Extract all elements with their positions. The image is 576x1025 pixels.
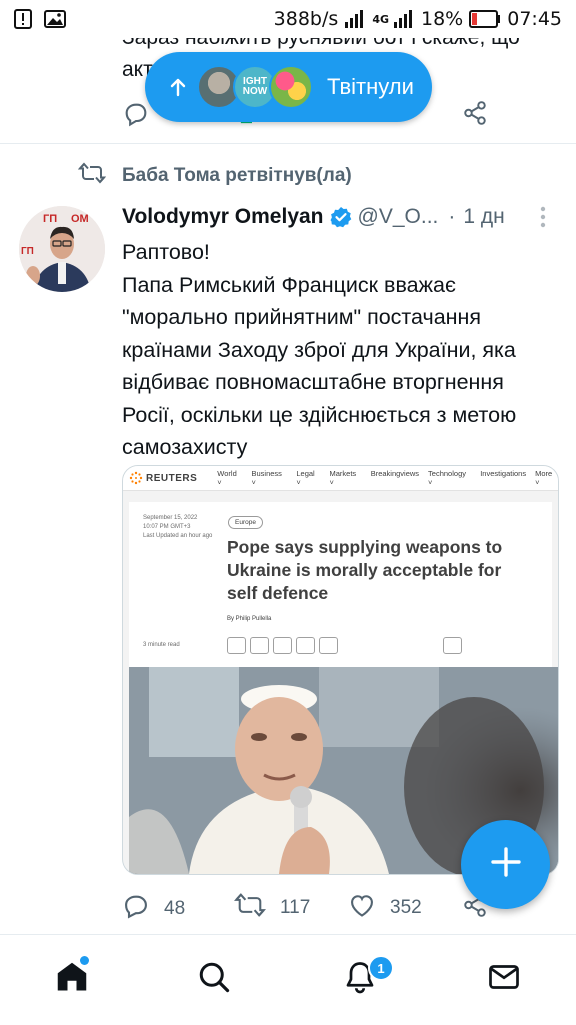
reply-count: 48 — [164, 898, 186, 919]
reply-button[interactable]: 48 — [122, 892, 185, 926]
notifications-badge: 1 — [368, 955, 394, 981]
article-date-line: 10:07 PM GMT+3 — [143, 524, 191, 530]
reuters-nav-item: Legal ˅ — [296, 469, 315, 487]
reuters-logo: REUTERS — [129, 471, 197, 485]
reply-icon[interactable] — [122, 100, 150, 133]
author-name[interactable]: Volodymyr Omelyan — [122, 205, 324, 229]
reuters-logo-text: REUTERS — [146, 472, 198, 484]
reuters-nav-item: Technology ˅ — [428, 469, 466, 487]
verified-badge-icon — [330, 206, 352, 228]
reuters-nav-items: World ˅ Business ˅ Legal ˅ Markets ˅ Bre… — [217, 469, 558, 487]
nav-messages[interactable] — [486, 959, 522, 1000]
new-tweets-label: Твітнули — [327, 74, 414, 99]
compose-tweet-button[interactable] — [461, 820, 550, 909]
retweet-label: Баба Тома ретвітнув(ла) — [122, 165, 352, 186]
facebook-share-icon — [250, 637, 269, 654]
svg-text:ОМ: ОМ — [71, 213, 89, 225]
separator-dot: · — [448, 205, 456, 228]
link-share-icon — [296, 637, 315, 654]
retweet-icon — [77, 162, 107, 190]
linkedin-share-icon — [273, 637, 292, 654]
bottom-nav: 1 — [0, 934, 576, 1025]
reuters-nav-item: Investigations — [480, 469, 527, 478]
network-type: 4G — [372, 12, 389, 26]
like-button[interactable]: 352 — [348, 892, 422, 924]
more-options-icon[interactable] — [540, 206, 546, 234]
clock: 07:45 — [507, 8, 562, 30]
mail-icon — [486, 965, 522, 999]
pill-avatars: IGHT NOW — [197, 65, 313, 109]
bookmark-icon — [443, 637, 462, 654]
battery-percent: 18% — [421, 8, 464, 30]
article-date: September 15, 2022 10:07 PM GMT+3 Last U… — [143, 514, 233, 541]
new-tweets-pill[interactable]: IGHT NOW Твітнули — [145, 52, 432, 122]
reuters-nav-item: World ˅ — [217, 469, 237, 487]
reuters-nav-item: Business ˅ — [251, 469, 282, 487]
article-card: September 15, 2022 10:07 PM GMT+3 Last U… — [129, 502, 552, 668]
email-share-icon — [319, 637, 338, 654]
share-icon[interactable] — [462, 100, 488, 131]
svg-text:ГП: ГП — [21, 246, 34, 257]
retweet-icon — [233, 892, 267, 924]
arrow-up-icon — [169, 77, 187, 97]
alert-icon — [14, 9, 32, 29]
retweet-count: 117 — [280, 897, 311, 918]
tweet-text: Раптово! Папа Римський Франциск вважає "… — [122, 236, 552, 464]
article-headline: Pope says supplying weapons to Ukraine i… — [227, 537, 503, 603]
signal-icon-2 — [393, 10, 415, 28]
article-byline: By Philip Pullella — [227, 616, 272, 622]
home-unread-dot — [80, 956, 89, 965]
search-icon — [196, 962, 232, 999]
divider — [0, 143, 576, 144]
tweet-time[interactable]: 1 дн — [463, 205, 504, 229]
reuters-nav-item: Breakingviews — [370, 469, 420, 478]
nav-home[interactable] — [54, 959, 90, 1000]
signal-icon — [344, 10, 366, 28]
reuters-nav-item: More ˅ — [535, 469, 553, 487]
like-count: 352 — [390, 897, 422, 918]
battery-icon — [469, 10, 501, 28]
section-tag: Europe — [228, 516, 263, 529]
svg-text:ГП: ГП — [43, 213, 57, 225]
retweet-header[interactable]: Баба Тома ретвітнув(ла) — [77, 162, 352, 190]
reuters-nav-item: Markets ˅ — [329, 469, 357, 487]
tweet-header: Volodymyr Omelyan @V_O... · 1 дн — [122, 202, 562, 232]
home-icon — [54, 962, 90, 999]
retweet-button[interactable]: 117 — [233, 892, 311, 924]
tweet-media[interactable]: REUTERS World ˅ Business ˅ Legal ˅ Marke… — [122, 465, 559, 875]
heart-icon — [348, 892, 376, 924]
author-handle[interactable]: @V_O... — [358, 205, 439, 229]
nav-search[interactable] — [196, 959, 232, 1000]
twitter-share-icon — [227, 637, 246, 654]
plus-icon — [490, 846, 522, 883]
reuters-nav: REUTERS World ˅ Business ˅ Legal ˅ Marke… — [123, 466, 558, 491]
tweet-text-line: Раптово! — [122, 240, 210, 264]
article-date-line: September 15, 2022 — [143, 515, 198, 521]
status-bar: 388b/s 4G 18% 07:45 — [0, 0, 576, 38]
article-share-buttons — [227, 637, 338, 654]
reply-icon — [122, 892, 150, 926]
network-speed: 388b/s — [273, 8, 339, 30]
author-avatar[interactable]: ГП ОМ ГП — [19, 206, 105, 292]
read-time: 3 minute read — [143, 642, 180, 648]
tweet-text-line: Папа Римський Франциск вважає "морально … — [122, 272, 517, 460]
bell-icon — [342, 962, 378, 999]
avatar — [269, 65, 313, 109]
article-date-line: Last Updated an hour ago — [143, 533, 213, 539]
image-icon — [44, 10, 66, 28]
